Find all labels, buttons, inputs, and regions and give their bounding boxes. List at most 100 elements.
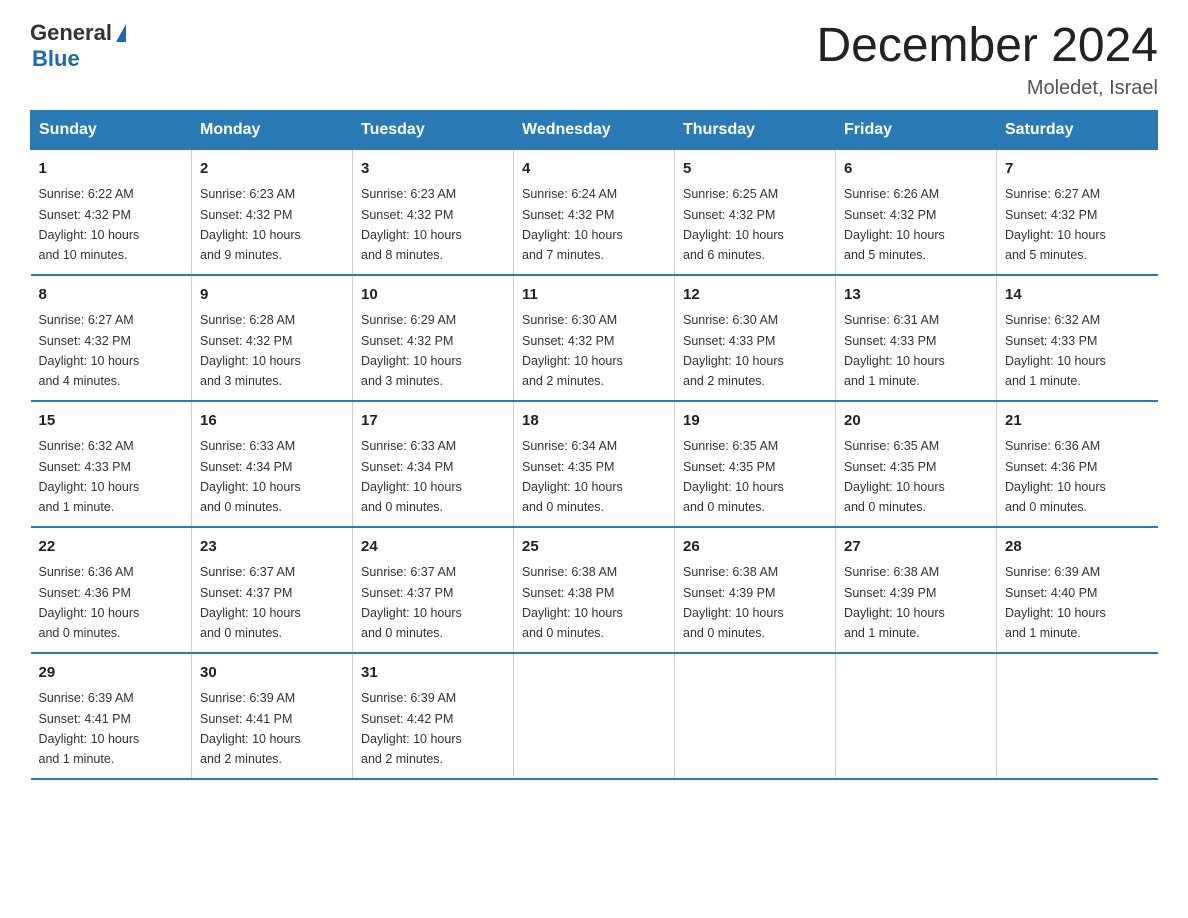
day-number: 28: [1005, 536, 1150, 559]
table-row: 18 Sunrise: 6:34 AMSunset: 4:35 PMDaylig…: [514, 401, 675, 527]
day-info: Sunrise: 6:37 AMSunset: 4:37 PMDaylight:…: [361, 565, 462, 640]
day-info: Sunrise: 6:33 AMSunset: 4:34 PMDaylight:…: [361, 439, 462, 514]
day-info: Sunrise: 6:27 AMSunset: 4:32 PMDaylight:…: [1005, 187, 1106, 262]
day-info: Sunrise: 6:34 AMSunset: 4:35 PMDaylight:…: [522, 439, 623, 514]
day-number: 4: [522, 158, 666, 181]
table-row: 29 Sunrise: 6:39 AMSunset: 4:41 PMDaylig…: [31, 653, 192, 779]
day-info: Sunrise: 6:29 AMSunset: 4:32 PMDaylight:…: [361, 313, 462, 388]
day-number: 9: [200, 284, 344, 307]
day-info: Sunrise: 6:38 AMSunset: 4:38 PMDaylight:…: [522, 565, 623, 640]
table-row: 27 Sunrise: 6:38 AMSunset: 4:39 PMDaylig…: [836, 527, 997, 653]
table-row: 21 Sunrise: 6:36 AMSunset: 4:36 PMDaylig…: [997, 401, 1158, 527]
header-friday: Friday: [836, 110, 997, 149]
day-info: Sunrise: 6:25 AMSunset: 4:32 PMDaylight:…: [683, 187, 784, 262]
table-row: [514, 653, 675, 779]
day-info: Sunrise: 6:32 AMSunset: 4:33 PMDaylight:…: [1005, 313, 1106, 388]
logo-general-text: General: [30, 20, 112, 46]
day-number: 22: [39, 536, 184, 559]
day-number: 26: [683, 536, 827, 559]
table-row: 22 Sunrise: 6:36 AMSunset: 4:36 PMDaylig…: [31, 527, 192, 653]
table-row: 12 Sunrise: 6:30 AMSunset: 4:33 PMDaylig…: [675, 275, 836, 401]
logo-triangle-icon: [116, 24, 126, 42]
table-row: 2 Sunrise: 6:23 AMSunset: 4:32 PMDayligh…: [192, 149, 353, 275]
day-number: 27: [844, 536, 988, 559]
day-info: Sunrise: 6:27 AMSunset: 4:32 PMDaylight:…: [39, 313, 140, 388]
day-info: Sunrise: 6:38 AMSunset: 4:39 PMDaylight:…: [844, 565, 945, 640]
day-info: Sunrise: 6:32 AMSunset: 4:33 PMDaylight:…: [39, 439, 140, 514]
day-number: 20: [844, 410, 988, 433]
table-row: [675, 653, 836, 779]
table-row: 26 Sunrise: 6:38 AMSunset: 4:39 PMDaylig…: [675, 527, 836, 653]
logo-text: General: [30, 20, 126, 46]
logo-blue-text: Blue: [32, 46, 80, 72]
table-row: [836, 653, 997, 779]
table-row: 19 Sunrise: 6:35 AMSunset: 4:35 PMDaylig…: [675, 401, 836, 527]
table-row: 30 Sunrise: 6:39 AMSunset: 4:41 PMDaylig…: [192, 653, 353, 779]
table-row: 7 Sunrise: 6:27 AMSunset: 4:32 PMDayligh…: [997, 149, 1158, 275]
day-info: Sunrise: 6:39 AMSunset: 4:42 PMDaylight:…: [361, 691, 462, 766]
calendar-table: Sunday Monday Tuesday Wednesday Thursday…: [30, 110, 1158, 780]
day-info: Sunrise: 6:37 AMSunset: 4:37 PMDaylight:…: [200, 565, 301, 640]
day-info: Sunrise: 6:36 AMSunset: 4:36 PMDaylight:…: [39, 565, 140, 640]
calendar-week-row: 22 Sunrise: 6:36 AMSunset: 4:36 PMDaylig…: [31, 527, 1158, 653]
day-info: Sunrise: 6:39 AMSunset: 4:40 PMDaylight:…: [1005, 565, 1106, 640]
day-info: Sunrise: 6:39 AMSunset: 4:41 PMDaylight:…: [39, 691, 140, 766]
calendar-week-row: 8 Sunrise: 6:27 AMSunset: 4:32 PMDayligh…: [31, 275, 1158, 401]
table-row: 1 Sunrise: 6:22 AMSunset: 4:32 PMDayligh…: [31, 149, 192, 275]
day-info: Sunrise: 6:30 AMSunset: 4:32 PMDaylight:…: [522, 313, 623, 388]
table-row: 3 Sunrise: 6:23 AMSunset: 4:32 PMDayligh…: [353, 149, 514, 275]
day-info: Sunrise: 6:24 AMSunset: 4:32 PMDaylight:…: [522, 187, 623, 262]
day-number: 15: [39, 410, 184, 433]
day-info: Sunrise: 6:31 AMSunset: 4:33 PMDaylight:…: [844, 313, 945, 388]
header-saturday: Saturday: [997, 110, 1158, 149]
calendar-week-row: 29 Sunrise: 6:39 AMSunset: 4:41 PMDaylig…: [31, 653, 1158, 779]
table-row: 20 Sunrise: 6:35 AMSunset: 4:35 PMDaylig…: [836, 401, 997, 527]
day-number: 25: [522, 536, 666, 559]
table-row: 11 Sunrise: 6:30 AMSunset: 4:32 PMDaylig…: [514, 275, 675, 401]
day-number: 7: [1005, 158, 1150, 181]
day-number: 19: [683, 410, 827, 433]
day-number: 1: [39, 158, 184, 181]
table-row: 4 Sunrise: 6:24 AMSunset: 4:32 PMDayligh…: [514, 149, 675, 275]
table-row: 24 Sunrise: 6:37 AMSunset: 4:37 PMDaylig…: [353, 527, 514, 653]
table-row: 13 Sunrise: 6:31 AMSunset: 4:33 PMDaylig…: [836, 275, 997, 401]
calendar-week-row: 1 Sunrise: 6:22 AMSunset: 4:32 PMDayligh…: [31, 149, 1158, 275]
day-number: 31: [361, 662, 505, 685]
day-info: Sunrise: 6:23 AMSunset: 4:32 PMDaylight:…: [200, 187, 301, 262]
day-info: Sunrise: 6:36 AMSunset: 4:36 PMDaylight:…: [1005, 439, 1106, 514]
day-info: Sunrise: 6:35 AMSunset: 4:35 PMDaylight:…: [844, 439, 945, 514]
table-row: 31 Sunrise: 6:39 AMSunset: 4:42 PMDaylig…: [353, 653, 514, 779]
day-number: 30: [200, 662, 344, 685]
day-number: 10: [361, 284, 505, 307]
day-info: Sunrise: 6:22 AMSunset: 4:32 PMDaylight:…: [39, 187, 140, 262]
day-number: 5: [683, 158, 827, 181]
day-number: 13: [844, 284, 988, 307]
day-info: Sunrise: 6:26 AMSunset: 4:32 PMDaylight:…: [844, 187, 945, 262]
month-title: December 2024: [816, 20, 1158, 73]
day-number: 11: [522, 284, 666, 307]
day-info: Sunrise: 6:35 AMSunset: 4:35 PMDaylight:…: [683, 439, 784, 514]
location-title: Moledet, Israel: [816, 77, 1158, 100]
title-block: December 2024 Moledet, Israel: [816, 20, 1158, 100]
table-row: 8 Sunrise: 6:27 AMSunset: 4:32 PMDayligh…: [31, 275, 192, 401]
day-number: 16: [200, 410, 344, 433]
header-sunday: Sunday: [31, 110, 192, 149]
calendar-week-row: 15 Sunrise: 6:32 AMSunset: 4:33 PMDaylig…: [31, 401, 1158, 527]
day-info: Sunrise: 6:33 AMSunset: 4:34 PMDaylight:…: [200, 439, 301, 514]
day-number: 2: [200, 158, 344, 181]
day-number: 23: [200, 536, 344, 559]
page-header: General Blue December 2024 Moledet, Isra…: [30, 20, 1158, 100]
header-monday: Monday: [192, 110, 353, 149]
table-row: 25 Sunrise: 6:38 AMSunset: 4:38 PMDaylig…: [514, 527, 675, 653]
day-info: Sunrise: 6:30 AMSunset: 4:33 PMDaylight:…: [683, 313, 784, 388]
day-number: 21: [1005, 410, 1150, 433]
header-tuesday: Tuesday: [353, 110, 514, 149]
day-number: 29: [39, 662, 184, 685]
header-thursday: Thursday: [675, 110, 836, 149]
day-number: 18: [522, 410, 666, 433]
table-row: 5 Sunrise: 6:25 AMSunset: 4:32 PMDayligh…: [675, 149, 836, 275]
day-info: Sunrise: 6:23 AMSunset: 4:32 PMDaylight:…: [361, 187, 462, 262]
day-number: 17: [361, 410, 505, 433]
table-row: 17 Sunrise: 6:33 AMSunset: 4:34 PMDaylig…: [353, 401, 514, 527]
day-info: Sunrise: 6:39 AMSunset: 4:41 PMDaylight:…: [200, 691, 301, 766]
